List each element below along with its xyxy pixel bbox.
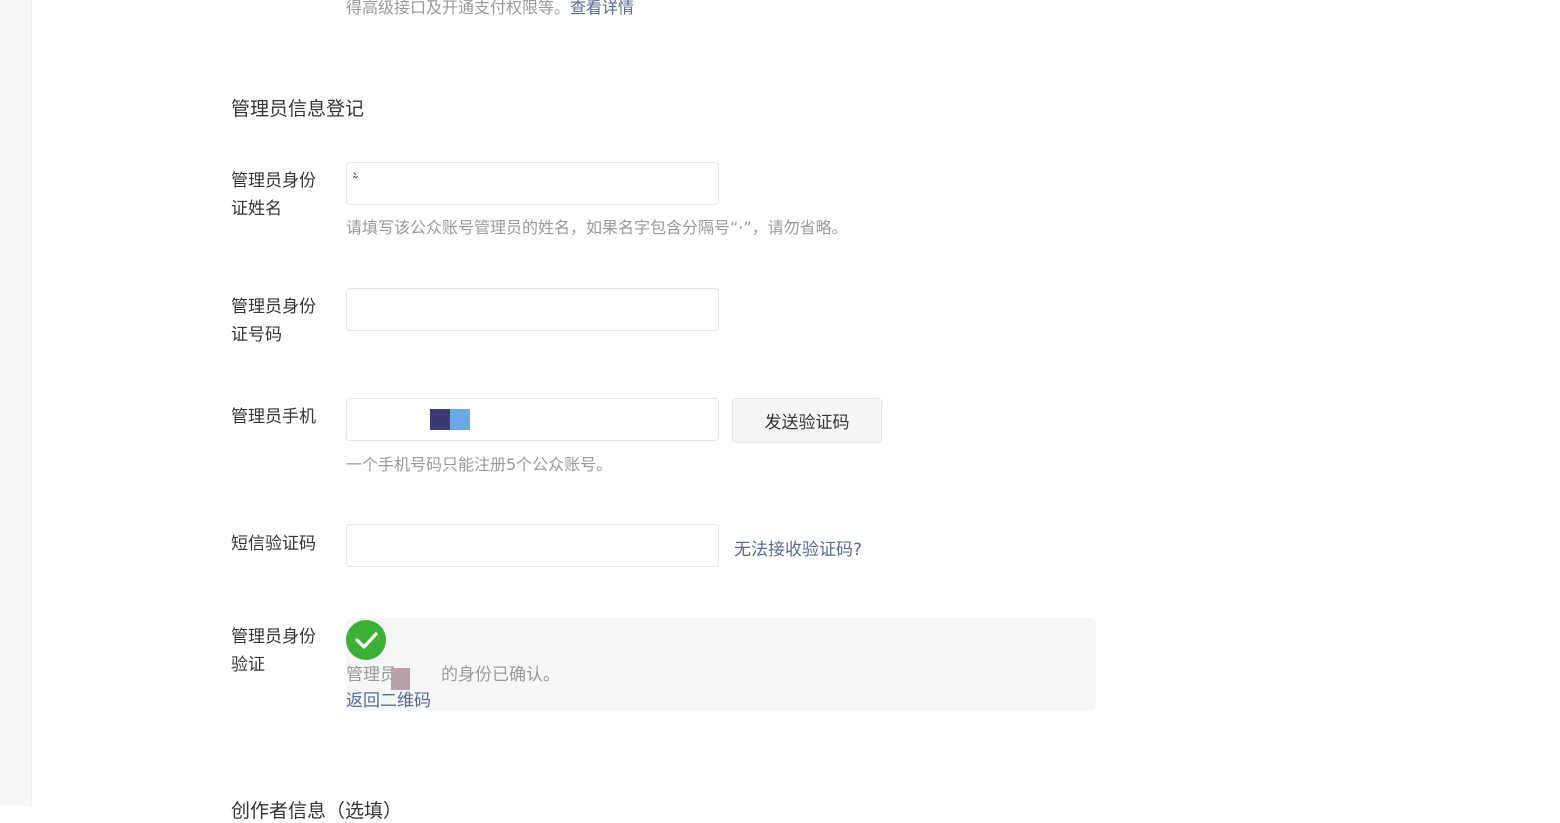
top-note-text: 得高级接口及开通支付权限等。 — [346, 0, 570, 17]
id-name-input[interactable]: ͂̀ — [346, 162, 719, 205]
cannot-receive-code-link[interactable]: 无法接收验证码? — [734, 535, 862, 560]
phone-hint: 一个手机号码只能注册5个公众账号。 — [346, 451, 612, 475]
phone-label: 管理员手机 — [231, 403, 326, 431]
verify-status-text: 管理员 的身份已确认。 — [346, 660, 560, 685]
top-note: 得高级接口及开通支付权限等。查看详情 — [346, 0, 634, 18]
sms-code-input[interactable] — [346, 524, 719, 567]
send-code-button[interactable]: 发送验证码 — [732, 398, 882, 443]
masked-block-dark — [430, 409, 450, 430]
verify-status-prefix: 管理员 — [346, 665, 397, 685]
id-name-hint: 请填写该公众账号管理员的姓名，如果名字包含分隔号“·”，请勿省略。 — [346, 214, 848, 238]
verify-status-suffix: 的身份已确认。 — [441, 665, 560, 685]
id-number-input[interactable] — [346, 288, 719, 331]
next-section-title: 创作者信息（选填） — [231, 796, 402, 823]
left-sidebar-rail — [0, 0, 32, 806]
sms-code-label: 短信验证码 — [231, 530, 326, 558]
section-title: 管理员信息登记 — [231, 94, 364, 121]
verify-label: 管理员身份验证 — [231, 623, 326, 679]
back-to-qrcode-link[interactable]: 返回二维码 — [346, 686, 431, 711]
registration-page: 得高级接口及开通支付权限等。查看详情 管理员信息登记 管理员身份证姓名 ͂̀ 请… — [32, 0, 1560, 806]
id-name-label: 管理员身份证姓名 — [231, 167, 326, 223]
id-number-label: 管理员身份证号码 — [231, 293, 326, 349]
view-details-link[interactable]: 查看详情 — [570, 0, 634, 17]
check-icon — [346, 620, 386, 660]
masked-block-light — [450, 409, 470, 430]
phone-input[interactable] — [346, 398, 719, 441]
